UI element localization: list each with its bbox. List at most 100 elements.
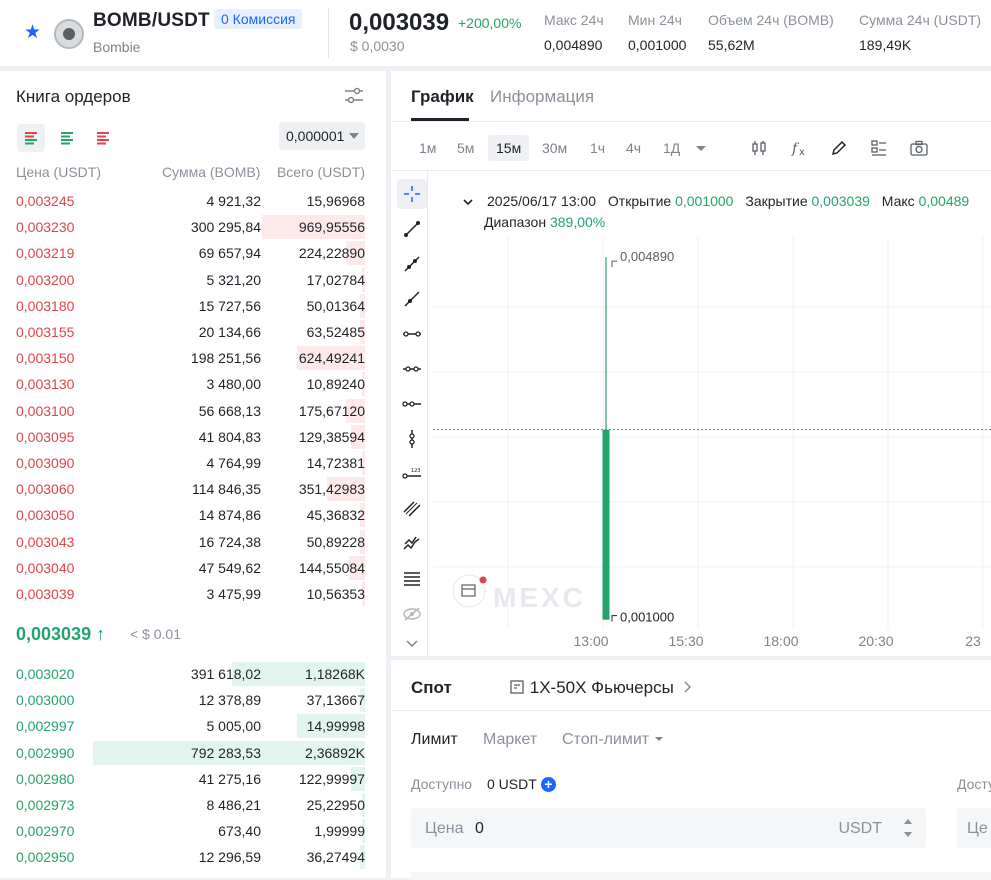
price-input-unit: USDT [838,820,882,837]
tab-spot[interactable]: Спот [411,678,452,698]
ask-row[interactable]: 0,003100 56 668,13 175,67120 [0,398,386,424]
book-mode-asks-icon[interactable] [89,124,117,152]
row-price: 0,003095 [16,428,75,445]
bid-row[interactable]: 0,003020 391 618,02 1,18268K [0,661,386,687]
stat-value: 189,49K [859,37,912,53]
pair-title[interactable]: BOMB/USDT [93,10,210,32]
ohlc-range: Диапазон 389,00% [484,214,605,230]
price-usd: $ 0,0030 [350,38,405,54]
timeframe-1d[interactable]: 1Д [663,135,680,161]
stat-label: Сумма 24ч (USDT) [859,12,982,28]
toolbar-divider [427,171,428,656]
ask-row[interactable]: 0,003180 15 727,56 50,01364 [0,293,386,319]
horizontal-line-icon[interactable] [397,354,427,384]
bid-row[interactable]: 0,002973 8 486,21 25,22950 [0,792,386,818]
ask-row[interactable]: 0,003060 114 846,35 351,42983 [0,476,386,502]
tab-futures[interactable]: 1X-50X Фьючерсы [509,678,693,698]
bid-row[interactable]: 0,003000 12 378,89 37,13667 [0,687,386,713]
header-divider [328,8,329,58]
ask-row[interactable]: 0,003043 16 724,38 50,89228 [0,529,386,555]
replay-calendar-button[interactable] [452,574,487,608]
price-stepper-icon[interactable] [900,812,916,844]
ask-row[interactable]: 0,003095 41 804,83 129,38594 [0,424,386,450]
precision-select[interactable]: 0,000001 [279,122,365,150]
stat-label: Объем 24ч (BOMB) [708,12,834,28]
fib-lines-icon[interactable] [397,564,427,594]
indicators-fx-icon[interactable]: fx [789,138,809,158]
book-mode-bids-icon[interactable] [53,124,81,152]
extended-line-icon[interactable] [397,284,427,314]
channel-icon[interactable] [397,494,427,524]
timeframe-4h[interactable]: 4ч [626,135,641,161]
chevron-down-icon[interactable] [691,138,711,158]
timeframe-1m[interactable]: 1м [419,135,436,161]
tab-info[interactable]: Информация [490,87,594,107]
favorite-star-icon[interactable]: ★ [24,23,44,43]
divider [391,710,991,711]
price-label-icon[interactable]: 123 [397,459,427,489]
settings-sliders-icon[interactable] [343,85,365,107]
range-label: Диапазон [484,214,547,230]
timeframe-15m[interactable]: 15м [488,135,530,161]
buy-price-input[interactable]: Цена 0 USDT [411,808,926,848]
row-price: 0,003180 [16,297,75,314]
pencil-icon[interactable] [829,138,849,158]
precision-value: 0,000001 [286,128,345,144]
ask-row[interactable]: 0,003039 3 475,99 10,56353 [0,581,386,607]
timeframe-30m[interactable]: 30м [542,135,567,161]
chevron-down-icon[interactable] [397,629,427,659]
ask-row[interactable]: 0,003219 69 657,94 224,22890 [0,240,386,266]
parallel-line-icon[interactable] [397,389,427,419]
ask-row[interactable]: 0,003230 300 295,84 969,95556 [0,214,386,240]
order-tab-market[interactable]: Маркет [483,731,537,749]
row-total: 969,95556 [298,219,365,236]
timeframe-5m[interactable]: 5м [457,135,474,161]
candlestick-chart[interactable]: MEXC 0,004890 0,001000 [433,237,991,629]
stat-volume: Объем 24ч (BOMB) 55,62M [708,12,834,53]
bid-row[interactable]: 0,002980 41 275,16 122,99997 [0,766,386,792]
layout-icon[interactable] [869,138,889,158]
ask-row[interactable]: 0,003050 14 874,86 45,36832 [0,502,386,528]
timeframe-1h[interactable]: 1ч [590,135,605,161]
hide-eye-icon[interactable] [397,599,427,629]
row-total: 10,56353 [306,586,365,602]
vertical-line-icon[interactable] [397,424,427,454]
horizontal-ray-icon[interactable] [397,319,427,349]
ask-row[interactable]: 0,003040 47 549,62 144,55084 [0,555,386,581]
candle-body[interactable] [602,429,610,620]
camera-icon[interactable] [909,138,929,158]
row-total: 10,89240 [306,376,365,393]
tab-chart[interactable]: График [411,87,474,107]
bid-row[interactable]: 0,002997 5 005,00 14,99998 [0,713,386,739]
crosshair-icon[interactable] [397,179,427,209]
bid-row[interactable]: 0,002950 12 296,59 36,27494 [0,844,386,870]
ask-row[interactable]: 0,003200 5 321,20 17,02784 [0,267,386,293]
row-total: 1,18268K [305,666,365,682]
order-tab-limit[interactable]: Лимит [411,731,458,749]
deposit-plus-icon[interactable]: + [541,777,556,792]
ask-row[interactable]: 0,003155 20 134,66 63,52485 [0,319,386,345]
row-price: 0,003090 [16,455,75,471]
ask-row[interactable]: 0,003150 198 251,56 624,49241 [0,345,386,371]
mid-price[interactable]: 0,003039 ↑ [16,624,105,645]
ask-row[interactable]: 0,003130 3 480,00 10,89240 [0,371,386,397]
row-total: 129,38594 [298,428,365,445]
bid-row[interactable]: 0,002990 792 283,53 2,36892K [0,740,386,766]
ray-icon[interactable] [397,249,427,279]
row-amount: 5 005,00 [206,718,262,735]
candles-icon[interactable] [749,138,769,158]
pitchfork-icon[interactable] [397,529,427,559]
ohlc-high-label: Макс [881,193,915,209]
bid-row[interactable]: 0,002970 673,40 1,99999 [0,818,386,844]
order-tab-stop-limit[interactable]: Стоп-лимит [562,731,664,749]
row-price: 0,003200 [16,271,75,288]
row-price: 0,003219 [16,245,75,262]
ask-row[interactable]: 0,003245 4 921,32 15,96968 [0,188,386,214]
sell-price-input[interactable]: Це [957,808,991,848]
row-total: 45,36832 [306,507,365,524]
trend-line-icon[interactable] [397,214,427,244]
ask-row[interactable]: 0,003090 4 764,99 14,72381 [0,450,386,476]
row-price: 0,002950 [16,849,75,866]
arrow-up-icon: ↑ [96,624,106,644]
book-mode-both-icon[interactable] [17,124,45,152]
